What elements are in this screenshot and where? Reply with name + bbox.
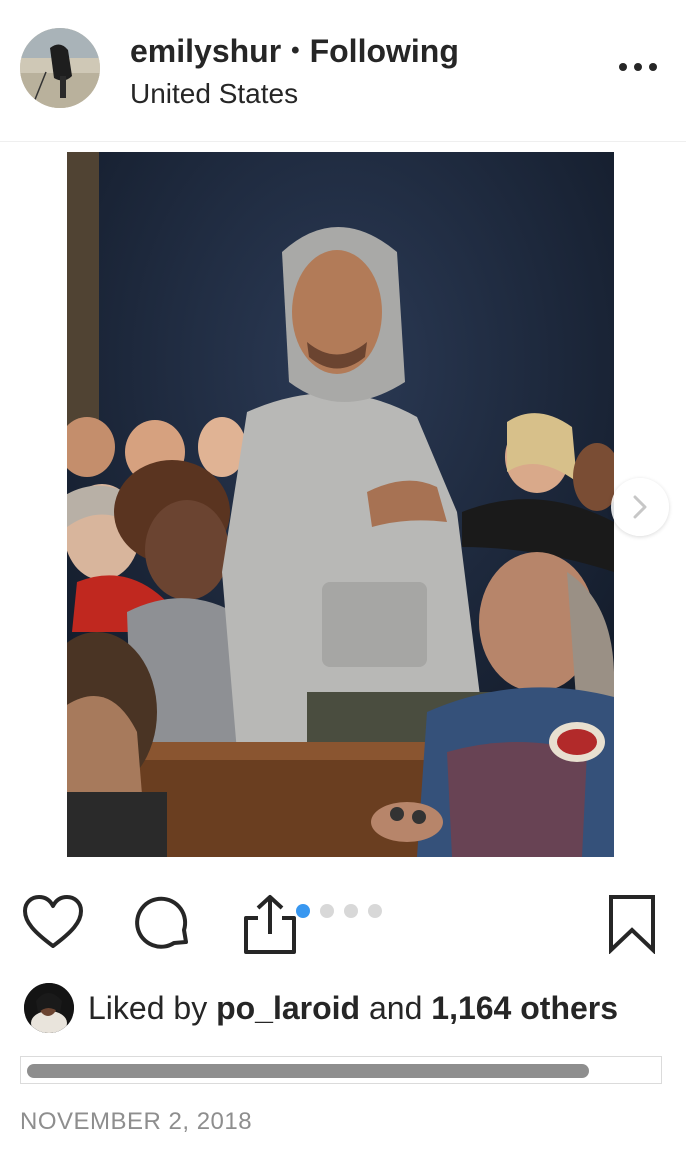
carousel-next-button[interactable] — [611, 478, 669, 536]
likes-row: Liked by po_laroid and 1,164 others — [24, 982, 618, 1034]
comment-scroll-area[interactable] — [20, 1056, 662, 1084]
save-button[interactable] — [608, 894, 656, 959]
carousel-indicator — [296, 904, 382, 918]
carousel-dot-active — [296, 904, 310, 918]
liker-username-link[interactable]: po_laroid — [216, 990, 360, 1026]
bookmark-icon — [609, 895, 655, 955]
post-media-area — [0, 143, 686, 865]
likes-conjunction: and — [368, 989, 423, 1026]
liker-avatar-image — [24, 983, 74, 1033]
separator-dot: • — [291, 37, 300, 64]
like-button[interactable] — [22, 894, 84, 955]
avatar-image — [20, 28, 100, 108]
heart-icon — [23, 895, 83, 948]
profile-avatar[interactable] — [20, 28, 100, 108]
username-row: emilyshur • Following — [130, 30, 459, 72]
post-header: emilyshur • Following United States — [0, 0, 686, 142]
location-link[interactable]: United States — [130, 78, 298, 110]
likes-text: Liked by po_laroid and 1,164 others — [88, 990, 618, 1027]
comment-icon — [135, 896, 188, 949]
carousel-dot — [344, 904, 358, 918]
carousel-dot — [320, 904, 334, 918]
horizontal-scrollbar[interactable] — [27, 1064, 589, 1078]
carousel-dot — [368, 904, 382, 918]
post-photo[interactable] — [67, 152, 614, 857]
username-link[interactable]: emilyshur — [130, 33, 281, 70]
share-button[interactable] — [242, 894, 298, 961]
post-timestamp: NOVEMBER 2, 2018 — [20, 1108, 253, 1135]
likes-count-link[interactable]: 1,164 others — [431, 990, 618, 1026]
chevron-right-icon — [633, 495, 647, 519]
photo-illustration — [67, 152, 614, 857]
more-horizontal-icon — [619, 63, 657, 71]
liked-by-label: Liked by — [88, 989, 208, 1026]
comment-button[interactable] — [132, 894, 192, 959]
liker-avatar[interactable] — [24, 983, 74, 1033]
action-bar — [0, 880, 686, 970]
following-button[interactable]: Following — [310, 33, 459, 70]
share-icon — [244, 895, 296, 954]
more-options-button[interactable] — [612, 50, 664, 84]
